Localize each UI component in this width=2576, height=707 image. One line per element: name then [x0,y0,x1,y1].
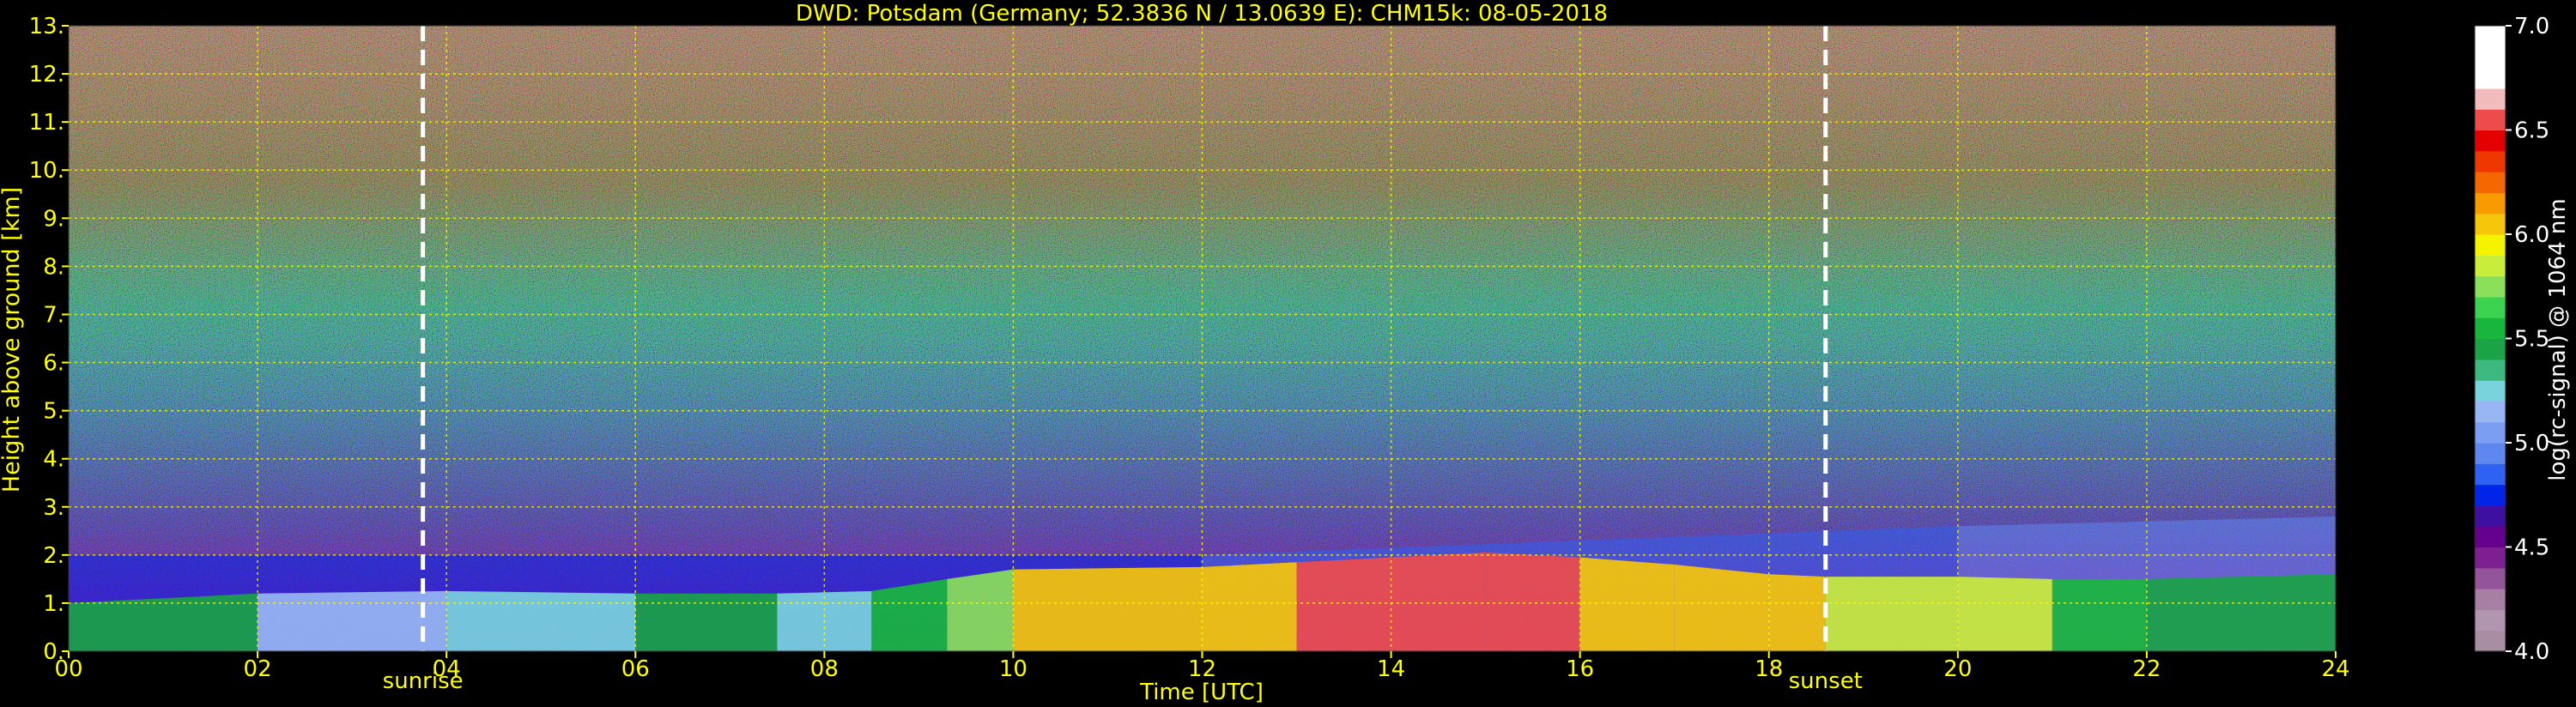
colorbar-segment [2475,213,2506,235]
x-tick-label: 06 [621,656,650,682]
layer-segment [871,578,948,651]
colorbar-segment [2475,26,2506,47]
layer-segment [1013,566,1203,651]
y-tick-label: 6. [43,351,64,377]
layer-segment [1674,565,1769,651]
colorbar-tick-label: 4.5 [2514,535,2549,561]
y-tick-label: 11. [29,110,64,136]
colorbar-segment [2475,317,2506,340]
x-tick-label: 22 [2132,656,2161,682]
colorbar-segment [2475,505,2506,527]
colorbar-segment [2475,88,2506,110]
y-tick-label: 1. [43,591,64,617]
y-tick-label: 10. [29,158,64,184]
layer-segment [1202,562,1297,651]
colorbar-segment [2475,589,2506,610]
layer-segment [1768,574,1826,651]
colorbar-segment [2475,67,2506,89]
layer-segment [1485,553,1580,651]
x-tick-label: 10 [999,656,1027,682]
colorbar-segment [2475,567,2506,589]
plot-area [69,26,2336,651]
lidar-backscatter-chart: 0.1.2.3.4.5.6.7.8.9.10.11.12.13. 00 02 04 0… [0,1,2571,705]
sunrise-label: sunrise [383,668,464,694]
y-tick-label: 5. [43,399,64,425]
x-tick-label: 08 [810,656,839,682]
colorbar-segment [2475,275,2506,298]
colorbar-segment [2475,338,2506,360]
colorbar-segment [2475,296,2506,318]
x-tick-label: 18 [1755,656,1783,682]
y-tick-label: 9. [43,206,64,232]
colorbar-segment [2475,150,2506,172]
y-tick-label: 3. [43,495,64,521]
layer-segment [1579,557,1675,651]
x-tick-label: 02 [244,656,272,682]
colorbar-tick-label: 7.0 [2514,14,2549,39]
sunset-label: sunset [1789,668,1863,694]
y-tick-label: 12. [29,62,64,88]
colorbar-segment [2475,380,2506,402]
y-tick-label: 4. [43,447,64,473]
y-tick-label: 2. [43,543,64,569]
layer-segment [1957,577,2052,651]
colorbar-segment [2475,526,2506,548]
layer-segment [69,593,258,651]
y-tick-label: 13. [29,14,64,39]
chart-title: DWD: Potsdam (Germany; 52.3836 N / 13.06… [796,1,1608,27]
colorbar-segment [2475,130,2506,152]
colorbar-segment [2475,401,2506,423]
colorbar-segment [2475,359,2506,381]
colorbar-segment [2475,421,2506,444]
y-axis-label: Height above ground [km] [0,187,25,492]
colorbar-segment [2475,234,2506,256]
layer-segment [258,590,447,651]
layer-segment [2052,578,2147,651]
colorbar-segment [2475,443,2506,464]
x-tick-label: 24 [2321,656,2349,682]
layer-segment [446,590,636,651]
layer-segment [1296,557,1391,651]
layer-segment [2146,577,2241,651]
colorbar-segment [2475,630,2506,652]
x-tick-label: 14 [1377,656,1405,682]
x-tick-label: 16 [1566,656,1594,682]
layer-segment [635,593,778,651]
layer-segment [1825,577,1958,651]
colorbar-label: log(rc-signal) @ 1064 nm [2545,198,2571,480]
colorbar-segment [2475,172,2506,193]
colorbar-segment [2475,463,2506,486]
y-tick-label: 7. [43,302,64,328]
colorbar-segment [2475,484,2506,506]
y-tick-label: 8. [43,254,64,280]
x-tick-label: 00 [54,656,82,682]
layer-segment [1391,553,1486,651]
x-tick-label: 20 [1943,656,1972,682]
colorbar-segment [2475,609,2506,631]
colorbar-segment [2475,46,2506,69]
x-axis-label: Time [UTC] [1139,680,1264,705]
colorbar: 4.04.55.05.56.06.57.0 [2474,14,2549,665]
colorbar-segment [2475,547,2506,569]
colorbar-tick-label: 6.5 [2514,118,2549,144]
colorbar-tick-label: 4.0 [2514,639,2549,665]
x-tick-label: 12 [1188,656,1216,682]
colorbar-segment [2475,109,2506,131]
colorbar-segment [2475,192,2506,215]
layer-segment [2240,574,2336,651]
layer-segment [947,569,1014,651]
colorbar-segment [2475,255,2506,277]
